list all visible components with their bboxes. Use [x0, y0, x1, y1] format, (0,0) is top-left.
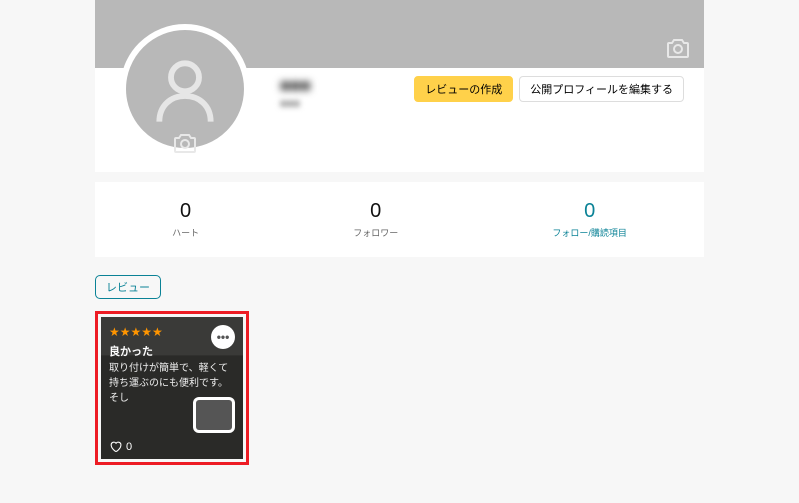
review-menu-button[interactable]: ••• [211, 325, 235, 349]
reviews-section: ★★★★★ ••• 良かった 取り付けが簡単で、軽くて持ち運ぶのにも便利です。そ… [95, 311, 704, 465]
thumbnail-image [196, 400, 232, 430]
stat-hearts[interactable]: 0 ハート [172, 200, 199, 239]
camera-icon [173, 133, 197, 153]
stat-hearts-label: ハート [172, 226, 199, 239]
tab-reviews[interactable]: レビュー [95, 275, 161, 299]
stats-bar: 0 ハート 0 フォロワー 0 フォロー/購読項目 [95, 182, 704, 257]
profile-subtext: ■■■ [280, 98, 414, 110]
review-product-thumbnail[interactable] [193, 397, 235, 433]
create-review-button[interactable]: レビューの作成 [414, 76, 513, 102]
profile-username: ■■■ [280, 76, 414, 96]
camera-icon [666, 38, 690, 58]
review-card[interactable]: ★★★★★ ••• 良かった 取り付けが簡単で、軽くて持ち運ぶのにも便利です。そ… [101, 317, 243, 459]
banner-camera-button[interactable] [664, 36, 692, 60]
stat-hearts-count: 0 [172, 200, 199, 223]
tab-bar: レビュー [95, 275, 704, 299]
stat-follows-count: 0 [552, 200, 627, 223]
edit-profile-button[interactable]: 公開プロフィールを編集する [519, 76, 684, 102]
heart-icon [109, 440, 122, 453]
stat-followers-count: 0 [353, 200, 398, 223]
dots-icon: ••• [217, 330, 230, 344]
stat-followers[interactable]: 0 フォロワー [353, 200, 398, 239]
review-likes[interactable]: 0 [109, 440, 132, 453]
review-highlight-frame: ★★★★★ ••• 良かった 取り付けが簡単で、軽くて持ち運ぶのにも便利です。そ… [95, 311, 249, 465]
avatar-camera-button[interactable] [172, 132, 198, 154]
stat-follows-label: フォロー/購読項目 [552, 226, 627, 239]
person-icon [150, 54, 220, 124]
profile-header: ■■■ ■■■ レビューの作成 公開プロフィールを編集する [95, 68, 704, 172]
review-likes-count: 0 [126, 441, 132, 453]
stat-follows[interactable]: 0 フォロー/購読項目 [552, 200, 627, 239]
stat-followers-label: フォロワー [353, 226, 398, 239]
avatar-container [120, 24, 250, 154]
